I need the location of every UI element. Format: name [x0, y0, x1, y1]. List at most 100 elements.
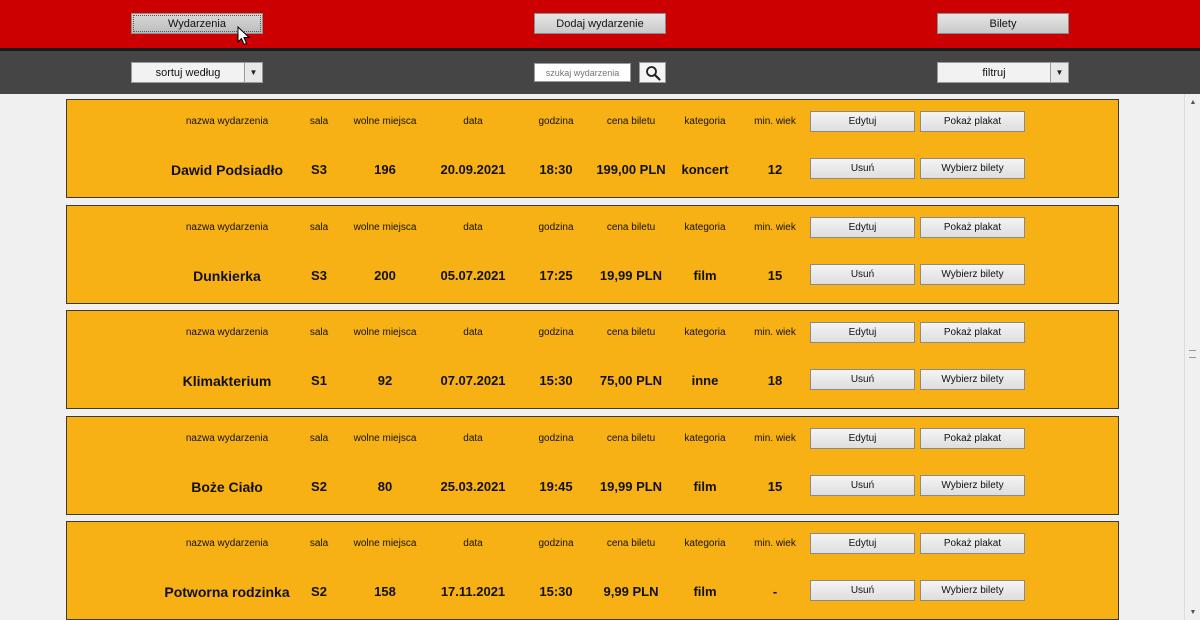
header-event-name: nazwa wydarzenia — [185, 222, 269, 233]
event-time: 17:25 — [539, 268, 573, 283]
events-list: nazwa wydarzenia sala wolne miejsca data… — [0, 94, 1184, 620]
event-hall: S3 — [311, 268, 327, 283]
header-date: data — [463, 327, 483, 338]
delete-button[interactable]: Usuń — [810, 580, 915, 601]
event-category: film — [693, 479, 717, 494]
choose-tickets-button[interactable]: Wybierz bilety — [920, 580, 1025, 601]
choose-tickets-button[interactable]: Wybierz bilety — [920, 369, 1025, 390]
event-price: 19,99 PLN — [599, 268, 663, 283]
event-price: 19,99 PLN — [599, 479, 663, 494]
header-min-age: min. wiek — [754, 538, 796, 549]
show-poster-button[interactable]: Pokaż plakat — [920, 533, 1025, 554]
header-event-name: nazwa wydarzenia — [185, 538, 269, 549]
header-min-age: min. wiek — [754, 222, 796, 233]
event-free-seats: 92 — [377, 373, 393, 388]
header-min-age: min. wiek — [754, 433, 796, 444]
delete-button[interactable]: Usuń — [810, 369, 915, 390]
header-date: data — [463, 116, 483, 127]
sort-select[interactable]: sortuj według ▼ — [131, 62, 263, 83]
header-free-seats: wolne miejsca — [353, 222, 417, 233]
show-poster-button[interactable]: Pokaż plakat — [920, 428, 1025, 449]
header-min-age: min. wiek — [754, 116, 796, 127]
delete-button[interactable]: Usuń — [810, 475, 915, 496]
tickets-nav-button[interactable]: Bilety — [937, 13, 1069, 34]
search-input[interactable] — [534, 63, 631, 82]
choose-tickets-button[interactable]: Wybierz bilety — [920, 264, 1025, 285]
header-hall: sala — [309, 433, 329, 444]
header-time: godzina — [538, 116, 574, 127]
event-hall: S1 — [311, 373, 327, 388]
header-price: cena biletu — [606, 538, 656, 549]
event-card-2: nazwa wydarzenia sala wolne miejsca data… — [66, 205, 1119, 304]
header-hall: sala — [309, 222, 329, 233]
header-category: kategoria — [684, 538, 726, 549]
event-hall: S2 — [311, 479, 327, 494]
header-min-age: min. wiek — [754, 327, 796, 338]
filter-select[interactable]: filtruj ▼ — [937, 62, 1069, 83]
scrollbar-grip[interactable] — [1189, 350, 1196, 358]
chevron-down-icon[interactable]: ▼ — [1050, 63, 1068, 82]
header-category: kategoria — [684, 433, 726, 444]
event-free-seats: 80 — [377, 479, 393, 494]
event-time: 15:30 — [539, 373, 573, 388]
header-time: godzina — [538, 222, 574, 233]
show-poster-button[interactable]: Pokaż plakat — [920, 217, 1025, 238]
event-category: koncert — [681, 162, 729, 177]
event-time: 19:45 — [539, 479, 573, 494]
edit-button[interactable]: Edytuj — [810, 428, 915, 449]
choose-tickets-button[interactable]: Wybierz bilety — [920, 475, 1025, 496]
add-event-nav-button[interactable]: Dodaj wydarzenie — [534, 13, 666, 34]
filter-select-label: filtruj — [982, 66, 1006, 79]
chevron-down-icon[interactable]: ▼ — [244, 63, 262, 82]
event-name: Klimakterium — [182, 373, 272, 389]
event-min-age: 15 — [767, 479, 783, 494]
vertical-scrollbar[interactable]: ▲ ▼ — [1184, 94, 1200, 620]
event-name: Dawid Podsiadło — [170, 162, 284, 178]
app-window: Wydarzenia Dodaj wydarzenie Bilety sortu… — [0, 0, 1200, 620]
show-poster-button[interactable]: Pokaż plakat — [920, 322, 1025, 343]
choose-tickets-button[interactable]: Wybierz bilety — [920, 158, 1025, 179]
edit-button[interactable]: Edytuj — [810, 111, 915, 132]
event-category: film — [693, 268, 717, 283]
search-icon — [645, 65, 661, 81]
header-time: godzina — [538, 327, 574, 338]
search-button[interactable] — [639, 62, 666, 83]
header-hall: sala — [309, 327, 329, 338]
delete-button[interactable]: Usuń — [810, 264, 915, 285]
delete-button[interactable]: Usuń — [810, 158, 915, 179]
event-min-age: 12 — [767, 162, 783, 177]
event-category: film — [693, 584, 717, 599]
edit-button[interactable]: Edytuj — [810, 322, 915, 343]
header-hall: sala — [309, 538, 329, 549]
event-free-seats: 158 — [374, 584, 396, 599]
event-free-seats: 196 — [374, 162, 396, 177]
header-price: cena biletu — [606, 116, 656, 127]
event-date: 07.07.2021 — [440, 373, 506, 388]
header-hall: sala — [309, 116, 329, 127]
event-free-seats: 200 — [374, 268, 396, 283]
event-card-4: nazwa wydarzenia sala wolne miejsca data… — [66, 416, 1119, 515]
sort-select-label: sortuj według — [155, 66, 221, 79]
event-date: 05.07.2021 — [440, 268, 506, 283]
event-time: 15:30 — [539, 584, 573, 599]
header-time: godzina — [538, 538, 574, 549]
event-hall: S2 — [311, 584, 327, 599]
scroll-up-arrow-icon[interactable]: ▲ — [1187, 96, 1199, 108]
edit-button[interactable]: Edytuj — [810, 217, 915, 238]
event-name: Boże Ciało — [191, 479, 263, 495]
edit-button[interactable]: Edytuj — [810, 533, 915, 554]
event-card-1: nazwa wydarzenia sala wolne miejsca data… — [66, 99, 1119, 198]
event-min-age: 18 — [767, 373, 783, 388]
header-free-seats: wolne miejsca — [353, 538, 417, 549]
show-poster-button[interactable]: Pokaż plakat — [920, 111, 1025, 132]
mouse-cursor-icon — [237, 26, 251, 46]
event-card-3: nazwa wydarzenia sala wolne miejsca data… — [66, 310, 1119, 409]
header-event-name: nazwa wydarzenia — [185, 433, 269, 444]
event-date: 17.11.2021 — [440, 584, 506, 599]
scroll-down-arrow-icon[interactable]: ▼ — [1187, 606, 1199, 618]
header-event-name: nazwa wydarzenia — [185, 327, 269, 338]
header-free-seats: wolne miejsca — [353, 116, 417, 127]
header-free-seats: wolne miejsca — [353, 327, 417, 338]
header-price: cena biletu — [606, 222, 656, 233]
event-price: 75,00 PLN — [599, 373, 663, 388]
